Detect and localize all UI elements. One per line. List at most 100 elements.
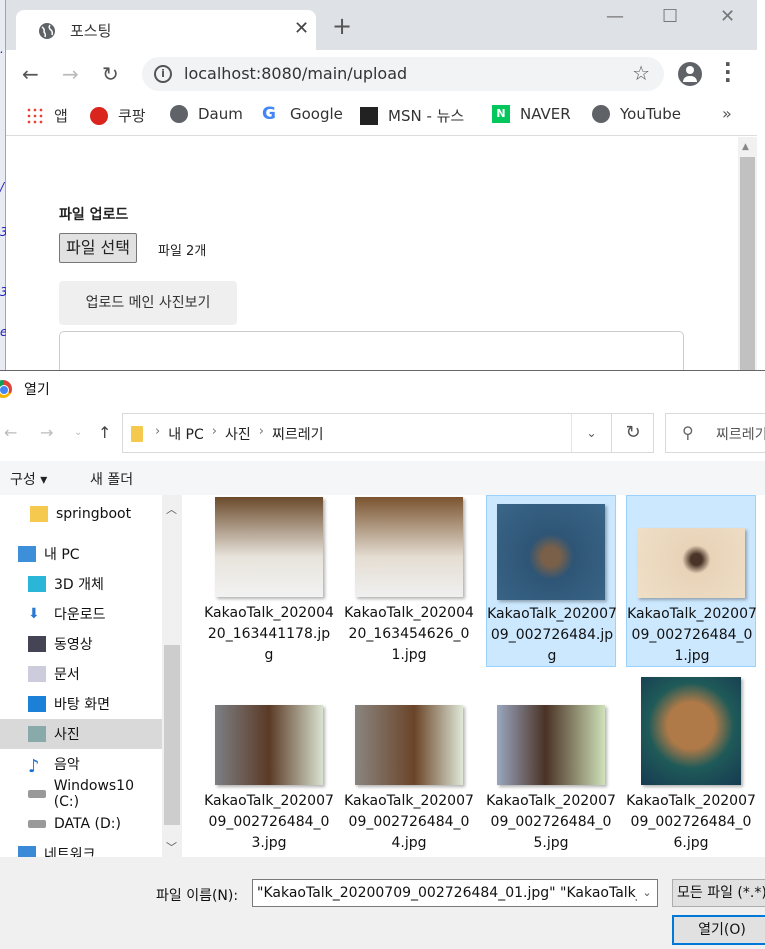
bookmark-youtube[interactable]: YouTube <box>592 105 681 123</box>
search-placeholder: 찌르레기 검색 <box>716 427 765 443</box>
file-item[interactable]: KakaoTalk_20200709_002726484_06.jpg <box>626 677 756 855</box>
menu-kebab-icon[interactable]: · · · <box>724 54 732 90</box>
sidebar-item[interactable]: 사진 <box>0 719 162 749</box>
recent-dropdown-icon[interactable]: ⌄ <box>74 427 82 438</box>
sidebar-item[interactable]: ⬇ 다운로드 <box>0 599 162 629</box>
open-button[interactable]: 열기(O) <box>672 915 765 945</box>
bookmark-google[interactable]: G Google <box>262 105 343 123</box>
file-type-select[interactable]: 모든 파일 (*.*) <box>672 879 765 907</box>
maximize-button[interactable]: ☐ <box>662 6 678 27</box>
search-icon: ⚲ <box>682 423 694 442</box>
choose-file-button[interactable]: 파일 선택 <box>59 233 137 263</box>
back-button[interactable]: ← <box>22 62 39 86</box>
file-item[interactable]: KakaoTalk_20200420_163454626_01.jpg <box>344 495 474 667</box>
back-arrow-icon[interactable]: ← <box>4 423 17 442</box>
3d-objects-icon <box>28 576 46 592</box>
url-text[interactable]: localhost:8080/main/upload <box>184 64 407 83</box>
bookmark-apps[interactable]: 앱 <box>26 105 68 126</box>
globe-icon <box>592 105 610 123</box>
scrollbar-thumb[interactable] <box>164 645 180 825</box>
sidebar-item[interactable]: 문서 <box>0 659 162 689</box>
account-icon[interactable] <box>678 62 702 86</box>
file-item[interactable]: KakaoTalk_20200709_002726484_03.jpg <box>204 683 334 855</box>
breadcrumb-item[interactable]: 내 PC <box>168 424 204 444</box>
desktop-icon <box>28 696 46 712</box>
sidebar-item[interactable]: 바탕 화면 <box>0 689 162 719</box>
sidebar-item[interactable]: 3D 개체 <box>0 569 162 599</box>
new-folder-button[interactable]: 새 폴더 <box>90 469 133 489</box>
minimize-button[interactable]: — <box>606 6 624 27</box>
file-item[interactable]: KakaoTalk_20200709_002726484_05.jpg <box>486 683 616 855</box>
bookmarks-overflow-button[interactable]: » <box>722 104 732 123</box>
browser-toolbar: ← → ↻ i localhost:8080/main/upload ☆ · · · <box>6 50 757 98</box>
site-info-icon[interactable]: i <box>154 65 172 83</box>
scroll-up-icon[interactable]: ▲ <box>742 142 749 152</box>
page-scrollbar[interactable]: ▲ <box>738 137 757 370</box>
file-thumbnail <box>641 677 741 785</box>
address-dropdown-icon[interactable]: ⌄ <box>571 414 611 452</box>
sidebar-item[interactable]: Windows10 (C:) <box>0 778 162 810</box>
file-name: KakaoTalk_20200420_163454626_01.jpg <box>344 605 474 663</box>
scroll-up-icon[interactable]: ︿ <box>166 501 177 517</box>
forward-arrow-icon[interactable]: → <box>40 423 53 442</box>
refresh-icon[interactable]: ↻ <box>611 414 654 452</box>
forward-button[interactable]: → <box>62 62 79 86</box>
sidebar-item[interactable]: springboot <box>0 499 162 529</box>
bookmark-naver[interactable]: N NAVER <box>492 105 571 123</box>
file-thumbnail <box>355 705 463 785</box>
file-item[interactable]: KakaoTalk_20200709_002726484.jpg <box>486 495 617 667</box>
scroll-down-icon[interactable]: ﹀ <box>166 839 177 855</box>
bookmark-label: NAVER <box>520 105 571 123</box>
filename-input[interactable]: "KakaoTalk_20200709_002726484_01.jpg" "K… <box>252 879 658 907</box>
file-name: KakaoTalk_20200709_002726484_05.jpg <box>486 793 616 851</box>
sidebar-item[interactable]: DATA (D:) <box>0 809 162 839</box>
breadcrumb-item[interactable]: 찌르레기 <box>272 424 324 444</box>
bookmark-label: Daum <box>198 105 243 123</box>
bookmark-msn[interactable]: MSN - 뉴스 <box>360 105 464 126</box>
drive-icon <box>28 790 46 798</box>
download-icon: ⬇ <box>28 606 40 622</box>
reload-button[interactable]: ↻ <box>102 62 119 86</box>
file-name: KakaoTalk_20200709_002726484_01.jpg <box>627 606 757 664</box>
scrollbar-thumb[interactable] <box>740 157 755 370</box>
bookmark-daum[interactable]: Daum <box>170 105 243 123</box>
file-item[interactable]: KakaoTalk_20200420_163441178.jpg <box>204 495 334 667</box>
bookmark-coupang[interactable]: 쿠팡 <box>90 105 146 126</box>
up-arrow-icon[interactable]: ↑ <box>98 423 111 442</box>
new-tab-button[interactable]: + <box>332 14 352 38</box>
bookmark-label: MSN - 뉴스 <box>388 107 465 125</box>
view-photos-button[interactable]: 업로드 메인 사진보기 <box>59 281 237 325</box>
sidebar-item[interactable]: 동영상 <box>0 629 162 659</box>
sidebar-item-label: 음악 <box>54 757 80 773</box>
file-item[interactable]: KakaoTalk_20200709_002726484_01.jpg <box>626 495 757 667</box>
bookmark-label: 앱 <box>54 107 68 125</box>
dialog-titlebar: 열기 <box>0 371 765 405</box>
drive-icon <box>28 820 46 828</box>
tab-posting[interactable]: 포스팅 ✕ <box>16 10 316 50</box>
apps-grid-icon <box>26 106 44 125</box>
close-window-button[interactable]: ✕ <box>720 6 735 27</box>
sidebar-item[interactable]: 내 PC <box>0 539 162 569</box>
coupang-icon <box>90 106 108 125</box>
dialog-title: 열기 <box>24 382 50 398</box>
chevron-down-icon[interactable]: ⌄ <box>637 880 657 906</box>
address-bar[interactable]: i localhost:8080/main/upload ☆ <box>142 57 664 91</box>
organize-button[interactable]: 구성 ▾ <box>10 469 47 489</box>
sidebar-item-label: DATA (D:) <box>54 816 121 832</box>
dialog-address-bar[interactable]: › 내 PC › 사진 › 찌르레기 ⌄ ↻ <box>122 413 654 453</box>
dialog-search-box[interactable]: ⚲ 찌르레기 검색 <box>665 413 765 453</box>
breadcrumb-item[interactable]: 사진 <box>225 424 251 444</box>
command-bar: 구성 ▾ 새 폴더 <box>0 461 765 495</box>
bookmark-star-icon[interactable]: ☆ <box>632 61 650 85</box>
msn-icon <box>360 106 378 125</box>
folder-icon <box>30 506 48 522</box>
sidebar-item[interactable]: ♪ 음악 <box>0 749 162 779</box>
nav-pane-scrollbar[interactable]: ︿ ﹀ <box>162 495 182 857</box>
sidebar-item-label: springboot <box>56 506 132 522</box>
globe-icon <box>39 23 55 39</box>
bookmark-label: Google <box>290 105 343 123</box>
bookmark-label: YouTube <box>620 105 681 123</box>
file-item[interactable]: KakaoTalk_20200709_002726484_04.jpg <box>344 683 474 855</box>
bookmarks-bar: 앱 쿠팡 Daum G Google MSN - 뉴스 N NAVER YouT… <box>6 98 757 136</box>
tab-close-icon[interactable]: ✕ <box>294 18 309 39</box>
